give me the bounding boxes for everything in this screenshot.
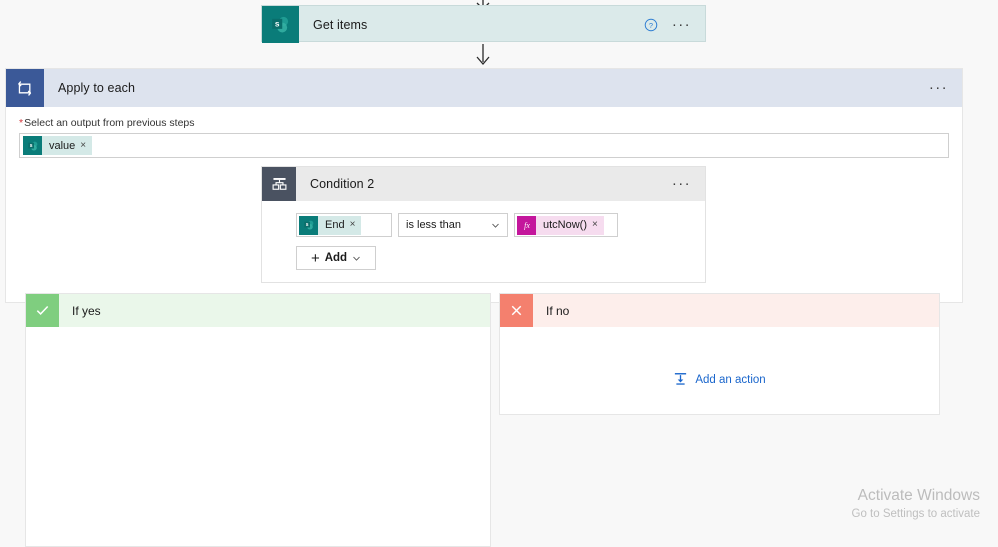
- add-button-label: Add: [324, 252, 348, 264]
- svg-text:fx: fx: [524, 221, 530, 230]
- dynamic-content-token[interactable]: s value ×: [23, 136, 93, 155]
- field-label-text: Select an output from previous steps: [24, 117, 195, 129]
- svg-text:s: s: [275, 18, 280, 28]
- checkmark-icon: [26, 294, 59, 327]
- branch-if-yes: If yes Send an email (V2) 2: [25, 293, 491, 547]
- add-action-label: Add an action: [695, 374, 766, 386]
- card-title: Condition 2: [310, 177, 375, 191]
- sharepoint-icon: s: [262, 6, 299, 43]
- close-icon: [500, 294, 533, 327]
- branch-if-no: If no Add an action: [499, 293, 940, 415]
- action-card-condition[interactable]: Condition 2 ··· s End × is less than fx …: [261, 166, 706, 283]
- header-actions: ? ···: [644, 17, 705, 32]
- dynamic-content-token[interactable]: s End ×: [299, 215, 362, 235]
- card-title: Get items: [313, 17, 368, 32]
- branch-label: If no: [546, 303, 570, 318]
- svg-text:?: ?: [649, 20, 653, 29]
- add-action-icon: [673, 371, 688, 389]
- required-asterisk: *: [19, 117, 24, 129]
- chevron-down-icon: [491, 221, 500, 230]
- svg-text:s: s: [305, 222, 308, 228]
- condition-body: s End × is less than fx utcNow() × + Add: [262, 201, 705, 270]
- more-menu-icon[interactable]: ···: [929, 80, 948, 95]
- token-label: End: [325, 219, 345, 231]
- add-an-action-button[interactable]: Add an action: [500, 371, 939, 389]
- loop-body: *Select an output from previous steps s …: [6, 107, 962, 158]
- header-actions: ···: [672, 176, 705, 191]
- branch-header-if-no: If no: [500, 294, 939, 327]
- field-label-select-output: *Select an output from previous steps: [19, 117, 949, 129]
- branch-header-if-yes: If yes: [26, 294, 490, 327]
- card-header[interactable]: s Get items ? ···: [262, 6, 705, 43]
- connector-get-items-to-loop: [476, 44, 490, 65]
- activate-windows-watermark: Activate Windows Go to Settings to activ…: [852, 486, 981, 522]
- condition-operator-value: is less than: [406, 219, 462, 231]
- remove-token-icon[interactable]: ×: [592, 220, 604, 230]
- sharepoint-icon: s: [23, 136, 42, 155]
- card-header[interactable]: Condition 2 ···: [262, 167, 705, 201]
- add-condition-button[interactable]: + Add: [296, 246, 376, 270]
- condition-row: s End × is less than fx utcNow() ×: [296, 213, 705, 237]
- condition-value-input[interactable]: fx utcNow() ×: [514, 213, 618, 237]
- help-icon[interactable]: ?: [644, 18, 658, 32]
- token-label: value: [49, 139, 76, 152]
- remove-token-icon[interactable]: ×: [350, 220, 362, 230]
- condition-operator-dropdown[interactable]: is less than: [398, 213, 508, 237]
- watermark-subtitle: Go to Settings to activate: [851, 508, 981, 520]
- card-header[interactable]: Apply to each ···: [6, 69, 962, 107]
- sharepoint-icon: s: [299, 215, 318, 235]
- action-card-get-items[interactable]: s Get items ? ···: [261, 5, 706, 43]
- remove-token-icon[interactable]: ×: [80, 140, 92, 151]
- card-title: Apply to each: [58, 81, 136, 95]
- chevron-down-icon: [352, 254, 361, 263]
- select-output-input[interactable]: s value ×: [19, 133, 949, 158]
- more-menu-icon[interactable]: ···: [672, 176, 691, 191]
- watermark-title: Activate Windows: [857, 487, 980, 504]
- expression-token[interactable]: fx utcNow() ×: [517, 215, 604, 235]
- condition-operand-input[interactable]: s End ×: [296, 213, 392, 237]
- svg-text:s: s: [29, 143, 32, 149]
- header-actions: ···: [929, 80, 962, 95]
- loop-icon: [6, 69, 44, 107]
- flow-designer-canvas: s Get items ? ··· Apply to each ··· *Sel…: [0, 0, 998, 547]
- fx-icon: fx: [517, 215, 536, 235]
- branch-label: If yes: [72, 303, 101, 318]
- more-menu-icon[interactable]: ···: [672, 17, 691, 32]
- condition-icon: [262, 167, 296, 201]
- token-label: utcNow(): [543, 219, 588, 231]
- plus-icon: +: [310, 249, 320, 267]
